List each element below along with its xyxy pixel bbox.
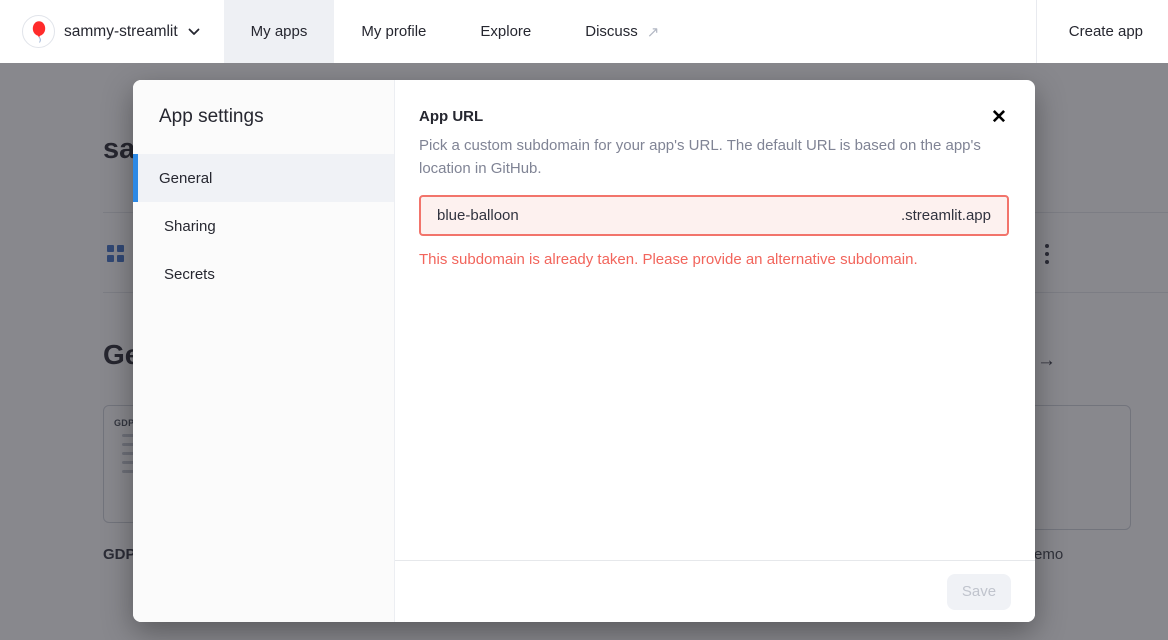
nav-tab-my-apps[interactable]: My apps <box>224 0 335 63</box>
nav-tab-label: Discuss <box>585 23 638 40</box>
nav-right: Create app <box>1036 0 1168 63</box>
sidebar-item-general[interactable]: General <box>133 154 394 202</box>
balloon-icon <box>28 20 50 44</box>
modal-footer: Save <box>395 560 1035 622</box>
sidebar-item-secrets[interactable]: Secrets <box>133 250 394 298</box>
workspace-name: sammy-streamlit <box>64 23 178 41</box>
subdomain-input-box: .streamlit.app <box>419 195 1009 236</box>
subdomain-input[interactable] <box>437 207 901 224</box>
workspace-switcher[interactable]: sammy-streamlit <box>0 0 200 63</box>
settings-sidebar: App settings General Sharing Secrets <box>133 80 395 622</box>
nav-tab-discuss[interactable]: Discuss ↗ <box>558 0 686 63</box>
workspace-avatar <box>22 15 55 48</box>
settings-title: App settings <box>133 106 394 128</box>
subdomain-suffix: .streamlit.app <box>901 207 991 224</box>
create-app-button[interactable]: Create app <box>1037 23 1168 40</box>
app-settings-modal: App settings General Sharing Secrets App… <box>133 80 1035 622</box>
nav-tab-my-profile[interactable]: My profile <box>334 0 453 63</box>
nav-tab-explore[interactable]: Explore <box>453 0 558 63</box>
nav-tab-label: Explore <box>480 23 531 40</box>
top-nav: sammy-streamlit My apps My profile Explo… <box>0 0 1168 63</box>
panel-title: App URL <box>419 108 1009 125</box>
app-url-panel: App URL ✕ Pick a custom subdomain for yo… <box>395 80 1035 622</box>
panel-description: Pick a custom subdomain for your app's U… <box>419 134 1009 180</box>
sidebar-item-label: Sharing <box>164 218 216 235</box>
nav-tab-label: My apps <box>251 23 308 40</box>
sidebar-item-label: General <box>159 170 212 187</box>
chevron-down-icon <box>188 28 200 36</box>
save-button[interactable]: Save <box>947 574 1011 610</box>
nav-tab-label: My profile <box>361 23 426 40</box>
sidebar-item-label: Secrets <box>164 266 215 283</box>
subdomain-error-message: This subdomain is already taken. Please … <box>419 251 1009 268</box>
close-icon[interactable]: ✕ <box>987 106 1011 130</box>
external-link-icon: ↗ <box>647 23 660 41</box>
sidebar-item-sharing[interactable]: Sharing <box>133 202 394 250</box>
nav-tabs: My apps My profile Explore Discuss ↗ <box>224 0 687 63</box>
